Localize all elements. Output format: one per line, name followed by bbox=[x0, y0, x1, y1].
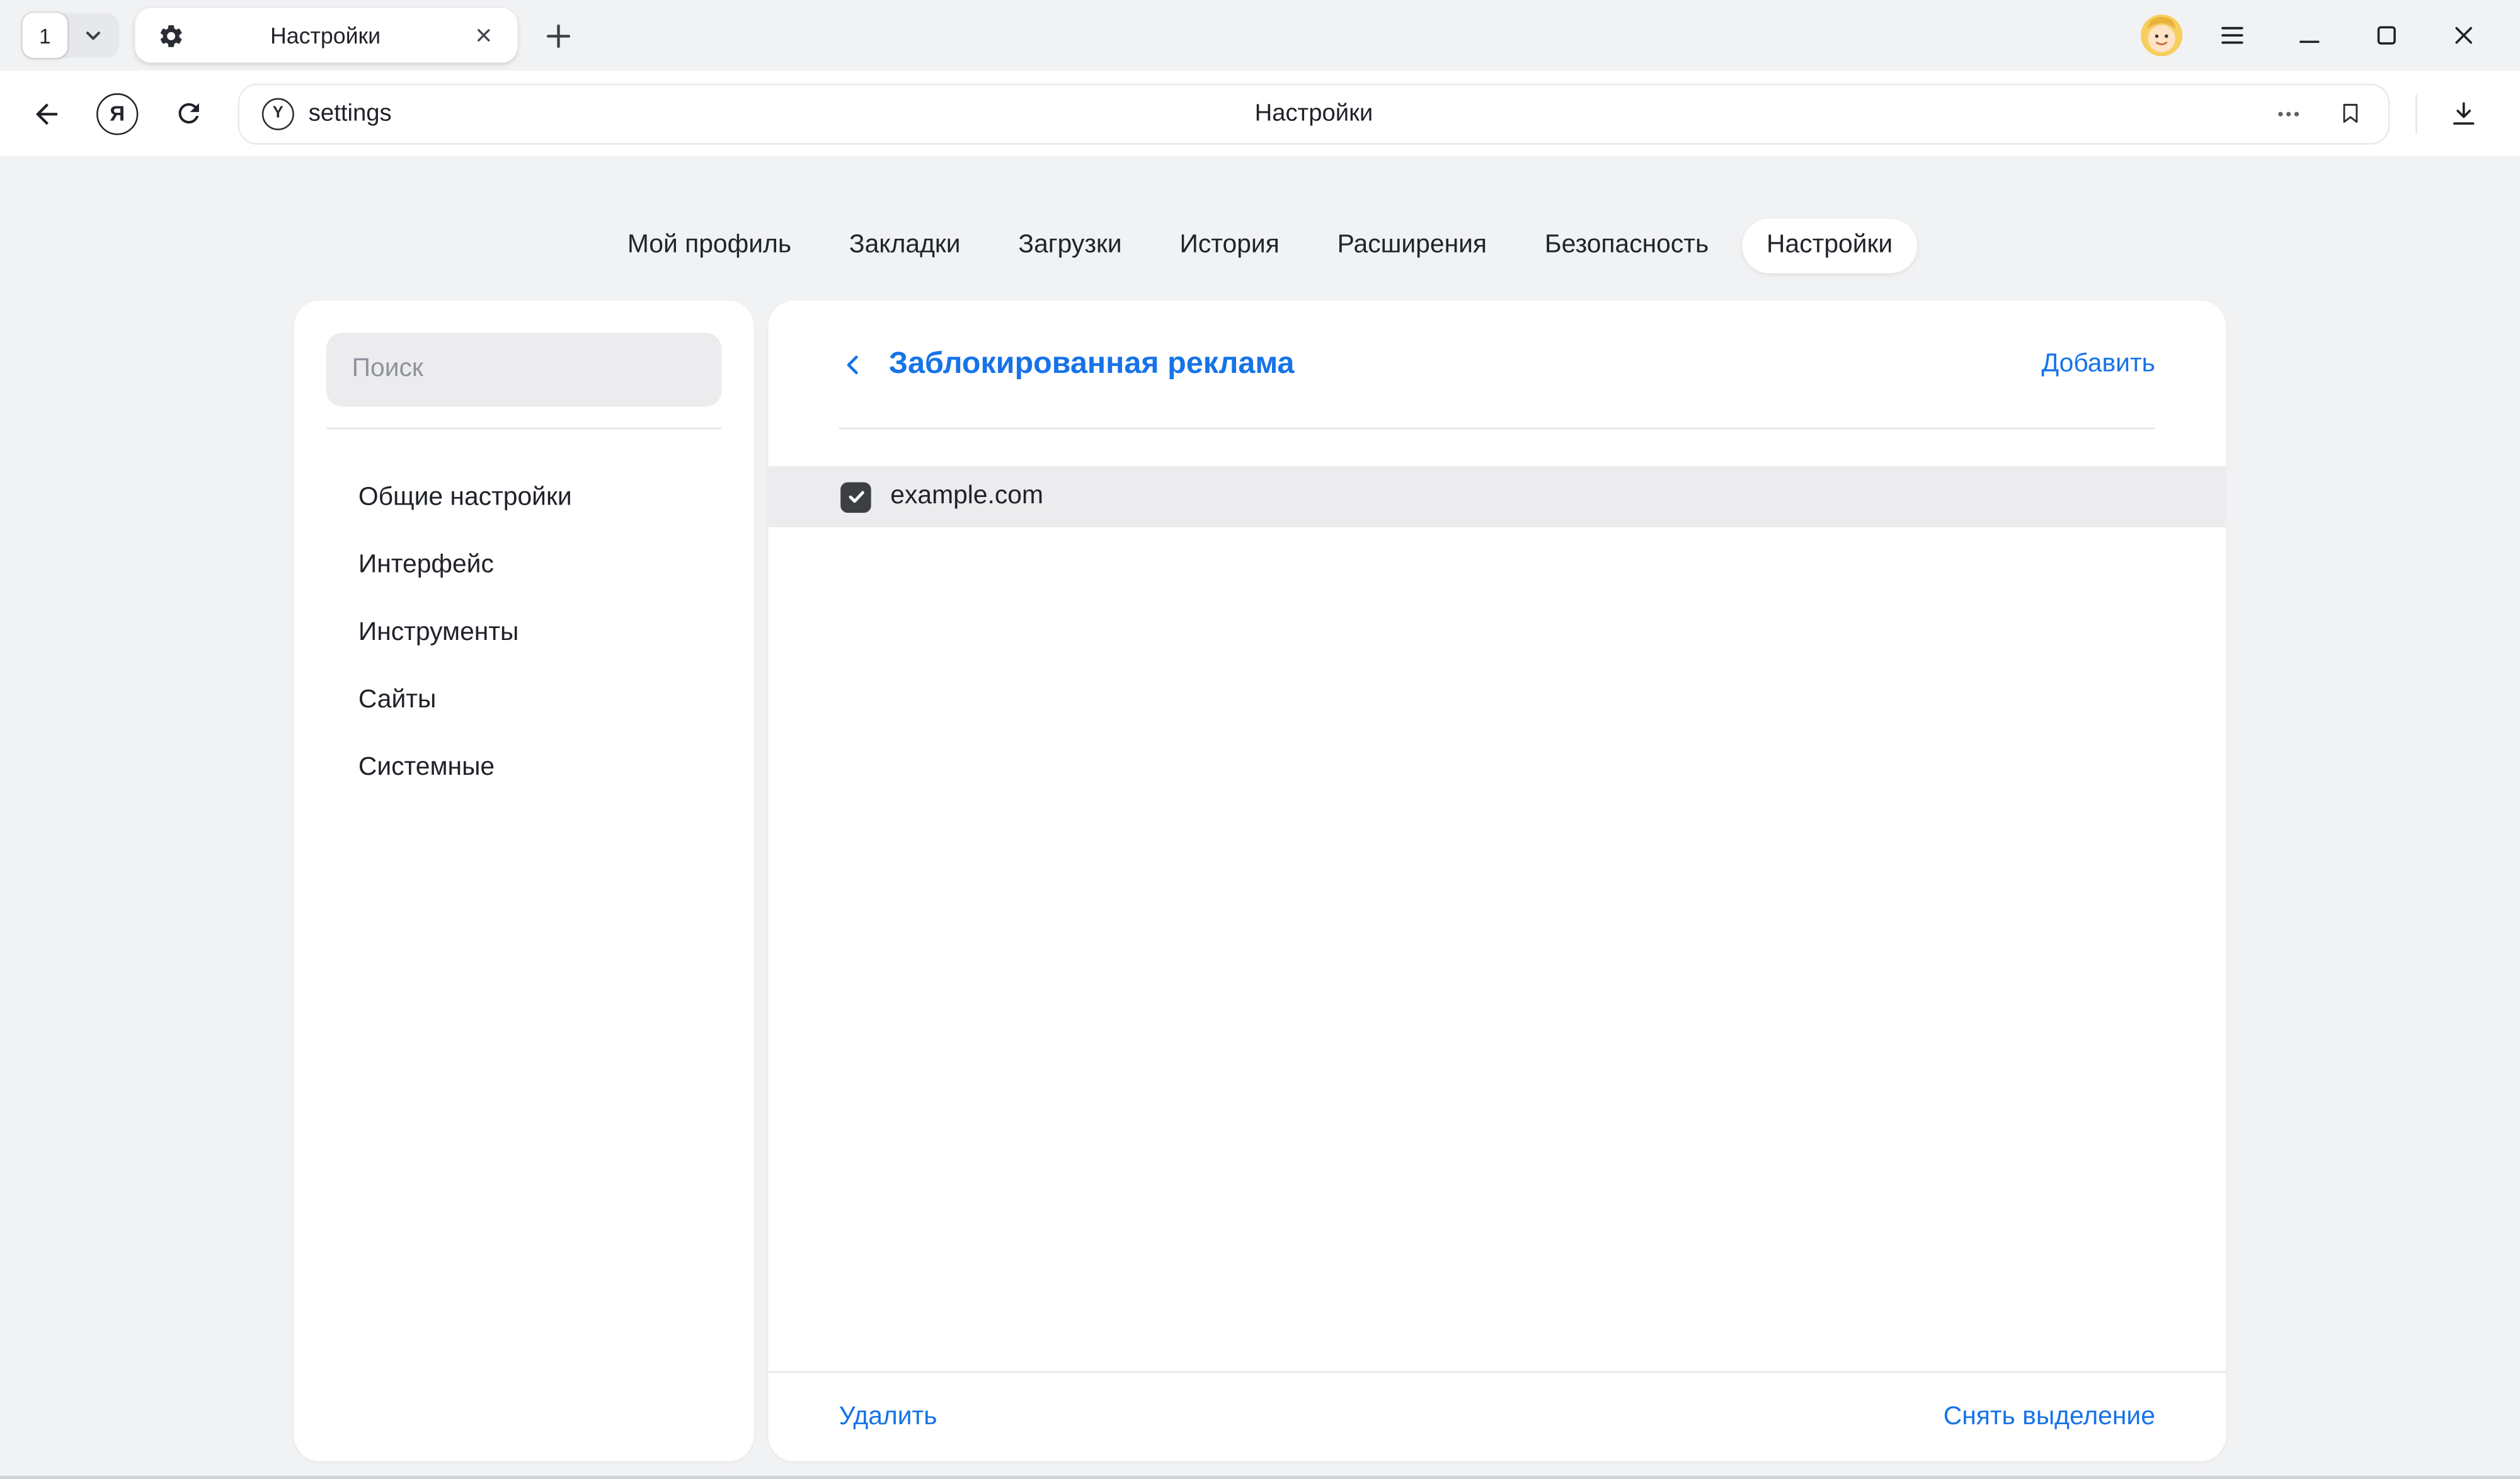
panel-footer: Удалить Снять выделение bbox=[768, 1373, 2226, 1461]
sidebar-item-system[interactable]: Системные bbox=[326, 734, 722, 802]
tab-title: Настройки bbox=[185, 23, 466, 49]
clear-selection-button[interactable]: Снять выделение bbox=[1944, 1403, 2155, 1432]
browser-toolbar: Я Y settings Настройки bbox=[0, 71, 2520, 156]
settings-nav-tabs: Мой профиль Закладки Загрузки История Ра… bbox=[0, 217, 2520, 275]
browser-window: 1 Настройки × bbox=[0, 0, 2520, 1479]
sidebar-list: Общие настройки Интерфейс Инструменты Са… bbox=[326, 465, 722, 802]
nav-tab-downloads[interactable]: Загрузки bbox=[994, 219, 1146, 273]
tab-close-button[interactable]: × bbox=[466, 18, 501, 53]
chevron-down-icon[interactable] bbox=[67, 26, 119, 45]
more-actions-icon[interactable] bbox=[2266, 91, 2311, 135]
nav-tab-extensions[interactable]: Расширения bbox=[1313, 219, 1511, 273]
toolbar-separator bbox=[2415, 94, 2417, 132]
profile-avatar[interactable] bbox=[2141, 14, 2182, 56]
browser-tab-settings[interactable]: Настройки × bbox=[135, 8, 517, 63]
sidebar-item-tools[interactable]: Инструменты bbox=[326, 600, 722, 667]
search-input[interactable] bbox=[326, 333, 722, 406]
sidebar-item-sites[interactable]: Сайты bbox=[326, 667, 722, 734]
url-text: settings bbox=[309, 100, 392, 127]
nav-tab-profile[interactable]: Мой профиль bbox=[604, 219, 816, 273]
refresh-button[interactable] bbox=[154, 81, 222, 146]
address-bar[interactable]: Y settings Настройки bbox=[238, 83, 2390, 144]
sidebar-item-general[interactable]: Общие настройки bbox=[326, 465, 722, 532]
sidebar-item-interface[interactable]: Интерфейс bbox=[326, 532, 722, 600]
downloads-button[interactable] bbox=[2430, 81, 2497, 146]
bookmark-icon[interactable] bbox=[2327, 91, 2372, 135]
delete-button[interactable]: Удалить bbox=[839, 1403, 937, 1432]
maximize-button[interactable] bbox=[2359, 11, 2414, 60]
tab-group-button[interactable]: 1 bbox=[23, 13, 119, 57]
window-controls bbox=[2141, 11, 2504, 60]
tab-group-count[interactable]: 1 bbox=[23, 13, 67, 57]
nav-tab-history[interactable]: История bbox=[1155, 219, 1303, 273]
nav-tab-settings[interactable]: Настройки bbox=[1743, 219, 1917, 273]
tab-strip: 1 Настройки × bbox=[0, 0, 2520, 71]
yandex-home-button[interactable]: Я bbox=[84, 81, 151, 146]
back-chevron-icon[interactable] bbox=[839, 350, 868, 379]
gear-icon bbox=[158, 21, 185, 49]
minimize-button[interactable] bbox=[2282, 11, 2337, 60]
site-favicon-icon: Y bbox=[262, 97, 294, 129]
page-title: Настройки bbox=[239, 100, 2388, 127]
settings-sidebar: Общие настройки Интерфейс Инструменты Са… bbox=[294, 300, 754, 1461]
blocked-ads-list: example.com bbox=[768, 429, 2226, 1371]
settings-page: Мой профиль Закладки Загрузки История Ра… bbox=[0, 156, 2520, 1476]
panel-header: Заблокированная реклама Добавить bbox=[768, 300, 2226, 428]
back-button[interactable] bbox=[13, 81, 80, 146]
address-bar-actions bbox=[2266, 84, 2372, 142]
window-viewport: 1 Настройки × bbox=[0, 0, 2520, 1479]
nav-tab-bookmarks[interactable]: Закладки bbox=[825, 219, 985, 273]
add-button[interactable]: Добавить bbox=[2042, 350, 2155, 379]
row-checkbox[interactable] bbox=[840, 481, 871, 511]
yandex-logo-icon: Я bbox=[96, 93, 138, 134]
panel-title: Заблокированная реклама bbox=[889, 346, 1295, 382]
blocked-ads-panel: Заблокированная реклама Добавить example… bbox=[768, 300, 2226, 1461]
list-item-example-com[interactable]: example.com bbox=[768, 466, 2226, 527]
sidebar-divider bbox=[326, 428, 722, 430]
new-tab-button[interactable] bbox=[534, 11, 582, 60]
close-window-button[interactable] bbox=[2436, 11, 2491, 60]
row-domain-label: example.com bbox=[890, 483, 1043, 511]
nav-tab-security[interactable]: Безопасность bbox=[1521, 219, 1733, 273]
menu-icon[interactable] bbox=[2205, 11, 2260, 60]
settings-layout: Общие настройки Интерфейс Инструменты Са… bbox=[294, 300, 2226, 1461]
